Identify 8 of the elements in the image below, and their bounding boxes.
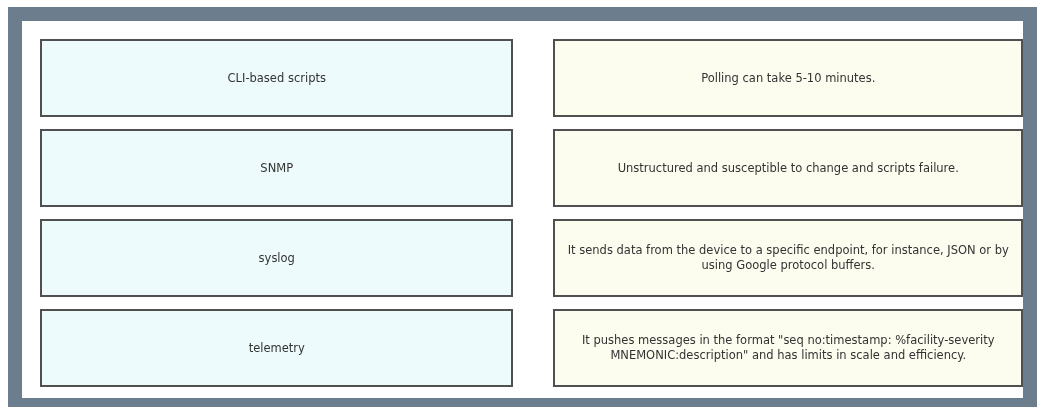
description-tile[interactable]: It pushes messages in the format "seq no:timestamp: %facility-severity MNEMONIC:description" and has limits in scale and efficiency. xyxy=(553,309,1023,387)
term-tile[interactable]: SNMP xyxy=(40,129,514,207)
term-tile[interactable]: CLI-based scripts xyxy=(40,39,514,117)
term-tile[interactable]: syslog xyxy=(40,219,514,297)
description-tile[interactable]: Unstructured and susceptible to change and scripts failure. xyxy=(553,129,1023,207)
term-tile[interactable]: telemetry xyxy=(40,309,514,387)
description-tile[interactable]: It sends data from the device to a specific endpoint, for instance, JSON or by using Google protocol buffers. xyxy=(553,219,1023,297)
description-tile[interactable]: Polling can take 5-10 minutes. xyxy=(553,39,1023,117)
